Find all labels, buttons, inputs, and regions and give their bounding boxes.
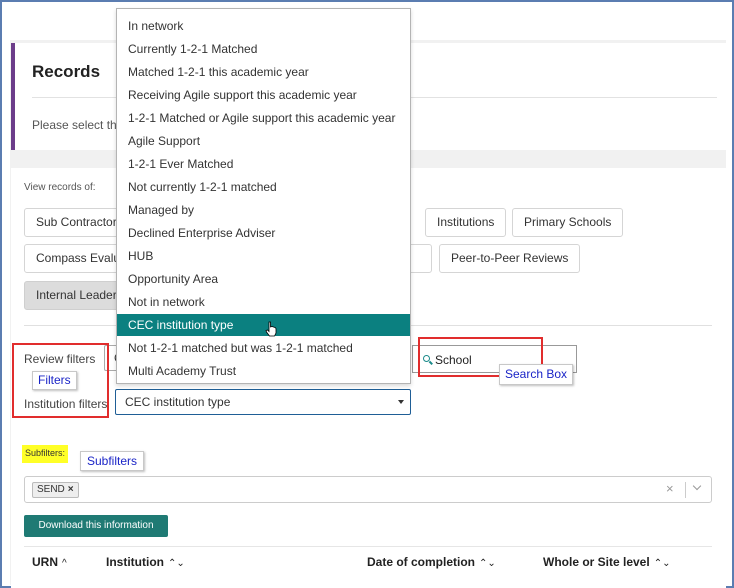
institution-filters-dropdown: In network Currently 1-2-1 Matched Match… [116,8,411,384]
dropdown-option[interactable]: Currently 1-2-1 Matched [117,38,410,60]
dropdown-option[interactable]: In network [117,15,410,37]
sort-icon: ⌃⌄ [167,558,185,569]
search-box-callout: Search Box [499,364,574,385]
sort-icon: ⌃⌄ [653,558,671,569]
pill-primary-schools[interactable]: Primary Schools [512,208,624,237]
download-button[interactable]: Download this information [24,515,168,537]
dropdown-option[interactable]: Receiving Agile support this academic ye… [117,84,410,106]
sort-icon: ⌃⌄ [479,558,496,569]
tag-remove-icon[interactable]: × [68,484,74,495]
column-header-date-of-completion[interactable]: Date of completion ⌃⌄ [367,555,496,569]
dropdown-option[interactable]: Managed by [117,199,410,221]
column-header-urn[interactable]: URN ^ [32,555,67,569]
dropdown-option[interactable]: 1-2-1 Ever Matched [117,153,410,175]
records-instruction: Please select the [32,118,124,132]
dropdown-option[interactable]: Not currently 1-2-1 matched [117,176,410,198]
dropdown-option[interactable]: HUB [117,245,410,267]
column-label: URN [32,555,58,569]
subfilters-label: Subfilters: [22,445,69,463]
column-header-institution[interactable]: Institution ⌃⌄ [106,555,185,569]
dropdown-option[interactable]: Declined Enterprise Adviser [117,222,410,244]
pill-peer-to-peer-reviews[interactable]: Peer-to-Peer Reviews [439,244,581,273]
filters-callout: Filters [32,371,77,390]
chevron-down-icon[interactable] [692,481,702,491]
multiselect-separator [685,482,686,498]
column-label: Date of completion [367,555,476,569]
pill-internal-leaders[interactable]: Internal Leaders [24,281,119,310]
subfilter-tag: SEND × [32,482,79,498]
dropdown-option[interactable]: Matched 1-2-1 this academic year [117,61,410,83]
dropdown-option[interactable]: 1-2-1 Matched or Agile support this acad… [117,107,410,129]
clear-icon[interactable]: × [666,481,674,496]
pill-institutions[interactable]: Institutions [425,208,507,237]
subfilters-multiselect[interactable]: SEND × × [24,476,712,503]
hand-pointer-cursor-icon [265,321,277,337]
dropdown-option[interactable]: Opportunity Area [117,268,410,290]
dropdown-option[interactable]: Not in network [117,291,410,313]
dropdown-option[interactable]: Agile Support [117,130,410,152]
pill-compass-evaluation[interactable]: Compass Evalu [24,244,119,273]
sort-icon: ^ [62,558,67,569]
dropdown-option[interactable]: Multi Academy Trust [117,360,410,382]
dropdown-option[interactable]: Not 1-2-1 matched but was 1-2-1 matched [117,337,410,359]
chevron-down-icon [398,400,404,404]
view-records-label: View records of: [24,182,96,193]
institution-filters-value: CEC institution type [125,395,231,409]
subfilters-callout: Subfilters [80,451,145,471]
table-header: URN ^ Institution ⌃⌄ Date of completion ⌃⌄ … [24,546,712,576]
column-label: Whole or Site level [543,555,650,569]
records-accent-bar [11,43,15,150]
subfilter-tag-label: SEND [37,484,65,495]
column-header-whole-or-site-level[interactable]: Whole or Site level ⌃⌄ [543,555,670,569]
institution-filters-select[interactable]: CEC institution type [115,389,411,415]
column-label: Institution [106,555,164,569]
dropdown-option-selected[interactable]: CEC institution type [117,314,410,336]
page-title: Records [32,62,101,81]
